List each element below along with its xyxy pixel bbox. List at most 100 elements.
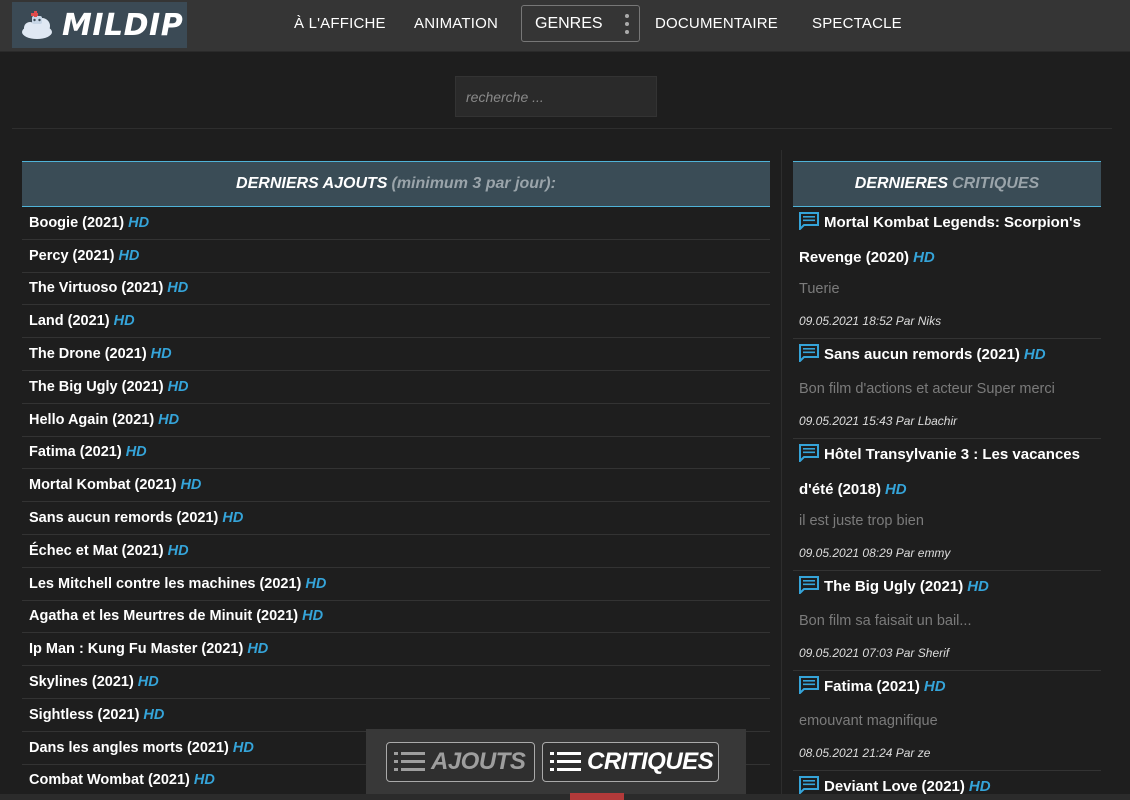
list-item[interactable]: The Big Ugly (2021) HD	[22, 371, 770, 404]
site-logo[interactable]: MILDIP	[12, 2, 187, 48]
hd-badge: HD	[113, 313, 135, 330]
critiques-tab-button[interactable]: CRITIQUES	[542, 742, 719, 782]
review-text: emouvant magnifique	[799, 713, 938, 729]
movie-title: Ip Man : Kung Fu Master (2021)	[29, 641, 244, 658]
hd-badge: HD	[302, 608, 324, 625]
hd-badge: HD	[180, 477, 202, 494]
comment-icon	[799, 210, 819, 242]
hd-badge: HD	[884, 481, 907, 498]
review-movie-title: Sans aucun remords (2021)	[824, 346, 1020, 363]
comment-icon	[799, 442, 819, 474]
review-title[interactable]: Mortal Kombat Legends: Scorpion's Reveng…	[799, 207, 1095, 274]
hd-badge: HD	[247, 641, 269, 658]
comment-icon	[799, 674, 819, 706]
latest-reviews-list: Mortal Kombat Legends: Scorpion's Reveng…	[793, 207, 1101, 800]
nav-genres-label: GENRES	[535, 15, 603, 32]
review-text: Bon film d'actions et acteur Super merci	[799, 381, 1055, 397]
review-movie-title: Hôtel Transylvanie 3 : Les vacances d'ét…	[799, 446, 1080, 498]
critiques-tab-label: CRITIQUES	[587, 748, 714, 775]
comment-icon	[799, 342, 819, 374]
hd-badge: HD	[305, 575, 327, 592]
review-movie-title: The Big Ugly (2021)	[824, 578, 964, 595]
movie-title: Fatima (2021)	[29, 444, 122, 461]
column-divider	[781, 150, 782, 800]
review-meta: 09.05.2021 08:29 Par emmy	[799, 546, 951, 560]
nav-spectacle[interactable]: SPECTACLE	[812, 15, 902, 32]
movie-title: Boogie (2021)	[29, 214, 125, 231]
review-title[interactable]: Hôtel Transylvanie 3 : Les vacances d'ét…	[799, 439, 1095, 506]
hd-badge: HD	[125, 444, 147, 461]
movie-title: Mortal Kombat (2021)	[29, 477, 177, 494]
movie-title: Skylines (2021)	[29, 674, 134, 691]
review-item: Mortal Kombat Legends: Scorpion's Reveng…	[793, 207, 1101, 339]
reviews-title: DERNIERES	[854, 175, 949, 192]
movie-title: Combat Wombat (2021)	[29, 772, 190, 789]
hd-badge: HD	[137, 674, 159, 691]
movie-title: Agatha et les Meurtres de Minuit (2021)	[29, 608, 299, 625]
nav-genres-dropdown[interactable]: GENRES	[521, 5, 640, 42]
reviews-title-dim: CRITIQUES	[952, 175, 1040, 192]
hd-badge: HD	[913, 249, 935, 266]
movie-title: The Virtuoso (2021)	[29, 280, 164, 297]
bottom-scroll-strip	[0, 794, 1130, 800]
hd-badge: HD	[167, 280, 189, 297]
movie-title: Les Mitchell contre les machines (2021)	[29, 575, 302, 592]
movie-title: The Drone (2021)	[29, 346, 147, 363]
hd-badge: HD	[968, 778, 991, 795]
review-item: The Big Ugly (2021) HD Bon film sa faisait…	[793, 571, 1101, 671]
list-item[interactable]: Boogie (2021) HD	[22, 207, 770, 240]
hd-badge: HD	[923, 678, 946, 695]
list-item[interactable]: Agatha et les Meurtres de Minuit (2021) H…	[22, 601, 770, 634]
hd-badge: HD	[193, 772, 215, 789]
brand-name: MILDIP	[62, 7, 184, 43]
search-input[interactable]	[455, 76, 657, 117]
list-item[interactable]: Échec et Mat (2021) HD	[22, 535, 770, 568]
review-text: Tuerie	[799, 281, 840, 297]
review-meta: 09.05.2021 15:43 Par Lbachir	[799, 414, 958, 428]
nav-a-laffiche[interactable]: À L'AFFICHE	[294, 15, 386, 32]
latest-reviews-header: DERNIERES CRITIQUES	[793, 161, 1101, 207]
review-text: Bon film sa faisait un bail...	[799, 613, 972, 629]
hd-badge: HD	[167, 378, 189, 395]
review-title[interactable]: The Big Ugly (2021) HD	[799, 571, 1095, 606]
list-item[interactable]: Mortal Kombat (2021) HD	[22, 469, 770, 503]
latest-additions-list: Boogie (2021) HD Percy (2021) HD The Virtuos…	[22, 207, 770, 798]
top-navbar: MILDIP À L'AFFICHE ANIMATION GENRES DOCU…	[0, 0, 1130, 52]
comment-icon	[799, 574, 819, 606]
list-item[interactable]: Sightless (2021) HD	[22, 699, 770, 732]
vertical-dots-icon	[625, 14, 629, 34]
nav-documentaire[interactable]: DOCUMENTAIRE	[655, 15, 778, 32]
nav-animation[interactable]: ANIMATION	[414, 15, 498, 32]
list-item[interactable]: Sans aucun remords (2021) HD	[22, 502, 770, 535]
bottom-tab-bar: AJOUTS CRITIQUES	[366, 729, 746, 800]
list-item[interactable]: Hello Again (2021) HD	[22, 404, 770, 437]
list-item[interactable]: Percy (2021) HD	[22, 240, 770, 273]
review-meta: 09.05.2021 07:03 Par Sherif	[799, 646, 950, 660]
hd-badge: HD	[222, 510, 244, 527]
latest-additions-header: DERNIERS AJOUTS (minimum 3 par jour):	[22, 161, 770, 207]
movie-title: Sightless (2021)	[29, 706, 140, 723]
review-meta: 08.05.2021 21:24 Par ze	[799, 746, 931, 760]
list-item[interactable]: Ip Man : Kung Fu Master (2021) HD	[22, 633, 770, 667]
review-title[interactable]: Fatima (2021) HD	[799, 671, 1095, 706]
movie-title: The Big Ugly (2021)	[29, 378, 164, 395]
hd-badge: HD	[128, 214, 150, 231]
review-meta: 09.05.2021 18:52 Par Niks	[799, 314, 942, 328]
list-item[interactable]: Les Mitchell contre les machines (2021) H…	[22, 568, 770, 601]
movie-title: Dans les angles morts (2021)	[29, 739, 229, 756]
list-item[interactable]: The Virtuoso (2021) HD	[22, 273, 770, 306]
list-item[interactable]: Land (2021) HD	[22, 305, 770, 339]
hd-badge: HD	[1023, 346, 1046, 363]
hd-badge: HD	[232, 739, 254, 756]
movie-title: Sans aucun remords (2021)	[29, 510, 219, 527]
list-item[interactable]: Fatima (2021) HD	[22, 437, 770, 470]
review-item: Hôtel Transylvanie 3 : Les vacances d'ét…	[793, 439, 1101, 571]
ajouts-tab-button[interactable]: AJOUTS	[386, 742, 535, 782]
review-title[interactable]: Sans aucun remords (2021) HD	[799, 339, 1095, 374]
list-item[interactable]: The Drone (2021) HD	[22, 338, 770, 371]
bottom-red-marker	[570, 793, 624, 800]
movie-title: Hello Again (2021)	[29, 411, 155, 428]
latest-subtitle: (minimum 3 par jour):	[391, 175, 556, 192]
list-item[interactable]: Skylines (2021) HD	[22, 666, 770, 699]
latest-title: DERNIERS AJOUTS	[236, 175, 388, 192]
